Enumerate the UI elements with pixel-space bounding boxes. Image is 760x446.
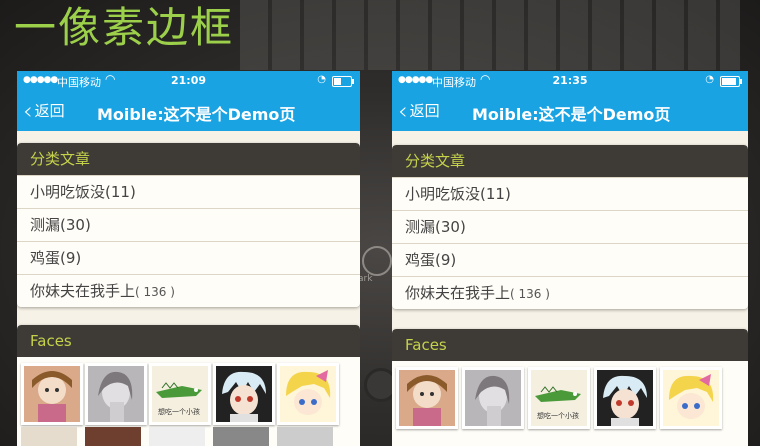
avatar-2[interactable]: [462, 367, 524, 429]
status-bar: ●●●●● 中国移动 ◠ 21:09 ◔: [17, 71, 360, 91]
category-card-header: 分类文章: [392, 145, 748, 177]
faces-grid: 想吃一个小孩: [392, 361, 748, 446]
nav-bar: ‹ 返回 Moible:这不是个Demo页: [17, 91, 360, 131]
chevron-left-icon: ‹: [398, 96, 408, 125]
background-keyboard: [240, 0, 740, 70]
avatar-3[interactable]: 想吃一个小孩: [149, 363, 211, 425]
rotation-lock-icon: ◔: [317, 74, 326, 85]
category-card: 分类文章 小明吃饭没(11) 测漏(30) 鸡蛋(9) 你妹夫在我手上( 136…: [392, 145, 748, 309]
battery-icon: [332, 76, 354, 87]
nav-bar: ‹ 返回 Moible:这不是个Demo页: [392, 91, 748, 131]
list-item-count: (30): [60, 216, 91, 234]
back-button[interactable]: ‹ 返回: [398, 96, 440, 125]
list-item-label: 小明吃饭没: [30, 183, 106, 201]
back-button[interactable]: ‹ 返回: [23, 96, 65, 125]
list-item-label: 小明吃饭没: [405, 185, 481, 203]
list-item-label: 鸡蛋: [405, 251, 436, 269]
list-item[interactable]: 鸡蛋(9): [17, 241, 360, 274]
list-item-count: ( 136 ): [135, 285, 175, 299]
category-card-header: 分类文章: [17, 143, 360, 175]
list-item[interactable]: 测漏(30): [17, 208, 360, 241]
background-device-label: ark: [358, 274, 373, 284]
list-item-count: (11): [480, 185, 511, 203]
list-item-label: 你妹夫在我手上: [405, 284, 511, 302]
avatar-4[interactable]: [213, 363, 275, 425]
list-item-label: 测漏: [405, 218, 436, 236]
slide-title: 一像素边框: [14, 3, 235, 52]
avatar-1[interactable]: [396, 367, 458, 429]
list-item[interactable]: 鸡蛋(9): [392, 243, 748, 276]
list-item-count: (30): [435, 218, 466, 236]
faces-card: Faces 想吃一个小孩: [17, 325, 360, 446]
list-item-count: (9): [60, 249, 82, 267]
list-item[interactable]: 小明吃饭没(11): [17, 175, 360, 208]
list-item[interactable]: 小明吃饭没(11): [392, 177, 748, 210]
avatar-2[interactable]: [85, 363, 147, 425]
faces-grid: 想吃一个小孩: [17, 357, 360, 446]
face-caption: 想吃一个小孩: [537, 411, 579, 420]
list-item[interactable]: 你妹夫在我手上( 136 ): [392, 276, 748, 309]
background-device-button: [362, 246, 392, 276]
avatar-row2-3[interactable]: [149, 427, 205, 446]
category-card: 分类文章 小明吃饭没(11) 测漏(30) 鸡蛋(9) 你妹夫在我手上( 136…: [17, 143, 360, 307]
avatar-1[interactable]: [21, 363, 83, 425]
faces-card-header: Faces: [17, 325, 360, 357]
list-item-count: (11): [105, 183, 136, 201]
avatar-5[interactable]: [660, 367, 722, 429]
page-title: Moible:这不是个Demo页: [97, 105, 296, 124]
avatar-row2-2[interactable]: [85, 427, 141, 446]
avatar-row2-1[interactable]: [21, 427, 77, 446]
chevron-left-icon: ‹: [23, 96, 33, 125]
list-item[interactable]: 你妹夫在我手上( 136 ): [17, 274, 360, 307]
list-item-label: 你妹夫在我手上: [30, 282, 136, 300]
avatar-row2-5[interactable]: [277, 427, 333, 446]
phone-screen-right: ●●●●● 中国移动 ◠ 21:35 ◔ ‹ 返回 Moible:这不是个Dem…: [392, 71, 748, 446]
status-bar: ●●●●● 中国移动 ◠ 21:35 ◔: [392, 71, 748, 91]
avatar-4[interactable]: [594, 367, 656, 429]
page-title: Moible:这不是个Demo页: [472, 105, 671, 124]
face-caption: 想吃一个小孩: [158, 407, 200, 416]
phone-screen-left: ●●●●● 中国移动 ◠ 21:09 ◔ ‹ 返回 Moible:这不是个Dem…: [17, 71, 360, 446]
back-label: 返回: [34, 102, 65, 120]
avatar-row2-4[interactable]: [213, 427, 269, 446]
rotation-lock-icon: ◔: [705, 74, 714, 85]
list-item[interactable]: 测漏(30): [392, 210, 748, 243]
faces-card-header: Faces: [392, 329, 748, 361]
avatar-3[interactable]: 想吃一个小孩: [528, 367, 590, 429]
avatar-5[interactable]: [277, 363, 339, 425]
battery-icon: [720, 76, 742, 87]
clock-time: 21:09: [170, 74, 206, 87]
clock-time: 21:35: [552, 74, 588, 87]
list-item-count: (9): [435, 251, 457, 269]
list-item-label: 测漏: [30, 216, 61, 234]
back-label: 返回: [409, 102, 440, 120]
list-item-label: 鸡蛋: [30, 249, 61, 267]
faces-card: Faces 想吃一个小孩: [392, 329, 748, 446]
list-item-count: ( 136 ): [510, 287, 550, 301]
